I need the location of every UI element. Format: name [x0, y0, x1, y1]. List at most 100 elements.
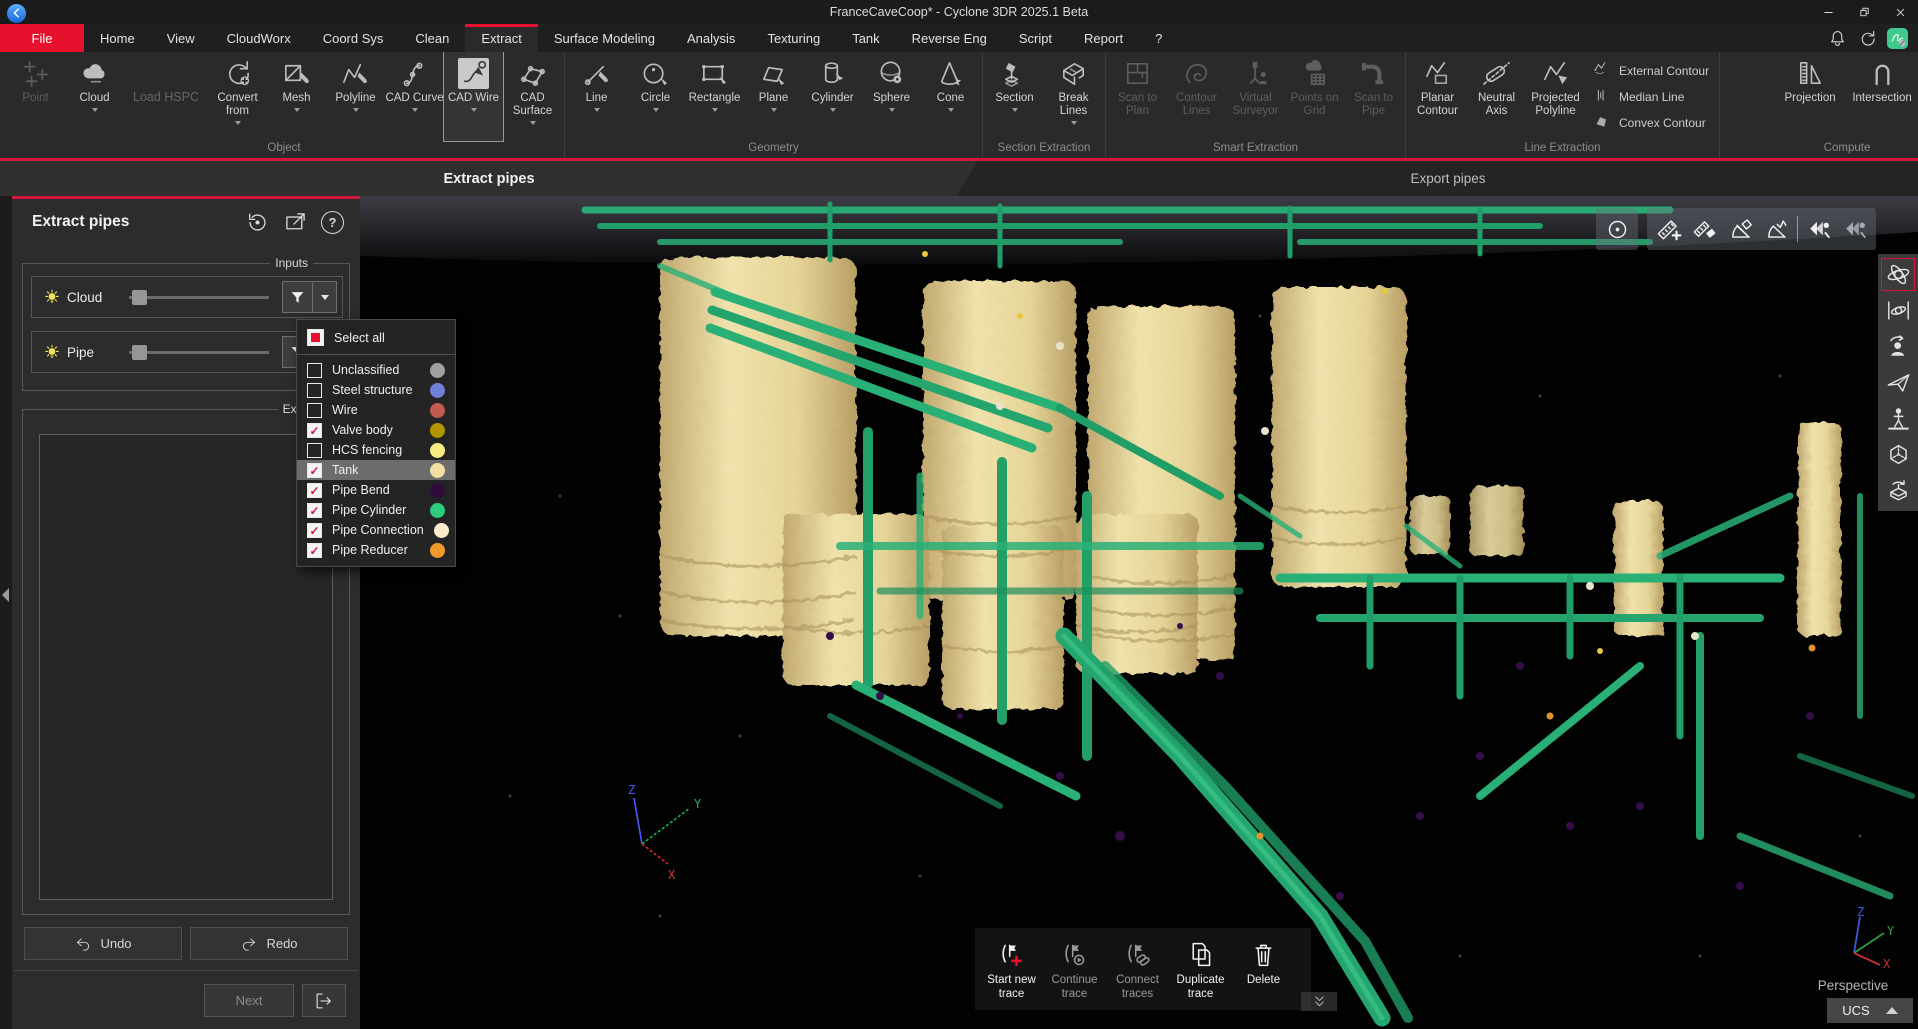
- menu-tab-home[interactable]: Home: [84, 24, 151, 52]
- constrained-orbit-button[interactable]: [1881, 294, 1915, 327]
- notifications-bell-icon[interactable]: [1827, 28, 1848, 49]
- ribbon-button-cloud[interactable]: Cloud: [65, 52, 124, 141]
- delete-measurement-button[interactable]: [1686, 211, 1722, 247]
- ribbon-button-projection[interactable]: Projection: [1775, 52, 1845, 141]
- checkbox[interactable]: ✓: [307, 423, 322, 438]
- ribbon-button-neutral-axis[interactable]: Neutral Axis: [1467, 52, 1526, 141]
- menu-tab-help[interactable]: ?: [1139, 24, 1178, 52]
- redo-button[interactable]: Redo: [190, 927, 348, 960]
- ucs-selector[interactable]: UCS: [1827, 998, 1913, 1023]
- menu-tab-report[interactable]: Report: [1068, 24, 1139, 52]
- panel-collapse-arrow-icon[interactable]: [2, 588, 9, 602]
- select-all-checkbox[interactable]: [307, 329, 324, 346]
- filter-item-steel-structure[interactable]: Steel structure: [297, 380, 455, 400]
- filter-item-unclassified[interactable]: Unclassified: [297, 360, 455, 380]
- menu-tab-tank[interactable]: Tank: [836, 24, 895, 52]
- close-button[interactable]: [1882, 1, 1918, 24]
- checkbox[interactable]: ✓: [307, 523, 322, 538]
- checkbox[interactable]: ✓: [307, 503, 322, 518]
- exit-command-button[interactable]: [302, 984, 346, 1017]
- filter-item-tank[interactable]: ✓Tank: [297, 460, 455, 480]
- checkbox[interactable]: ✓: [307, 463, 322, 478]
- filter-item-wire[interactable]: Wire: [297, 400, 455, 420]
- labels-button[interactable]: [1801, 211, 1837, 247]
- ribbon-button-scan-to-plan[interactable]: Scan to Plan: [1108, 52, 1167, 141]
- back-button[interactable]: [7, 4, 26, 23]
- checkbox[interactable]: [307, 403, 322, 418]
- panel-collapse-rail[interactable]: [0, 196, 12, 1029]
- connect-traces-button[interactable]: Connect traces: [1106, 940, 1169, 1002]
- popout-icon[interactable]: [283, 210, 308, 235]
- ribbon-button-projected-polyline[interactable]: Projected Polyline: [1526, 52, 1585, 141]
- menu-tab-surface-modeling[interactable]: Surface Modeling: [538, 24, 671, 52]
- ribbon-button-sphere[interactable]: Sphere: [862, 52, 921, 141]
- filter-item-select-all[interactable]: Select all: [297, 325, 455, 355]
- angle-curve-measure-button[interactable]: [1758, 211, 1794, 247]
- pipe-opacity-slider[interactable]: [129, 351, 269, 354]
- ribbon-button-points-on-grid[interactable]: Points on Grid: [1285, 52, 1344, 141]
- ribbon-button-cylinder[interactable]: Cylinder: [803, 52, 862, 141]
- menu-tab-view[interactable]: View: [151, 24, 211, 52]
- ribbon-button-break-lines[interactable]: Break Lines: [1044, 52, 1103, 141]
- restore-button[interactable]: [1846, 1, 1882, 24]
- slider-handle[interactable]: [132, 290, 147, 305]
- filter-item-pipe-cylinder[interactable]: ✓Pipe Cylinder: [297, 500, 455, 520]
- menu-tab-cloudworx[interactable]: CloudWorx: [211, 24, 307, 52]
- viewport-3d[interactable]: Z Y X: [360, 196, 1918, 1029]
- slider-handle[interactable]: [132, 345, 147, 360]
- ribbon-button-cone[interactable]: Cone: [921, 52, 980, 141]
- ribbon-button-cad-surface[interactable]: CAD Surface: [503, 52, 562, 141]
- ribbon-button-scan-to-pipe[interactable]: Scan to Pipe: [1344, 52, 1403, 141]
- collapse-toolbar-button[interactable]: [1301, 992, 1337, 1011]
- menu-tab-extract[interactable]: Extract: [465, 24, 537, 52]
- menu-tab-script[interactable]: Script: [1003, 24, 1068, 52]
- ribbon-button-plane[interactable]: Plane: [744, 52, 803, 141]
- center-view-button[interactable]: [1599, 211, 1635, 247]
- duplicate-trace-button[interactable]: Duplicate trace: [1169, 940, 1232, 1002]
- continue-trace-button[interactable]: Continue trace: [1043, 940, 1106, 1002]
- menu-tab-file[interactable]: File: [0, 24, 84, 52]
- menu-tab-analysis[interactable]: Analysis: [671, 24, 751, 52]
- add-measurement-button[interactable]: [1650, 211, 1686, 247]
- turntable-button[interactable]: [1881, 474, 1915, 507]
- checkbox[interactable]: [307, 443, 322, 458]
- menu-tab-texturing[interactable]: Texturing: [751, 24, 836, 52]
- checkbox[interactable]: [307, 363, 322, 378]
- ribbon-button-median-line[interactable]: Median Line: [1593, 87, 1709, 106]
- checkbox[interactable]: ✓: [307, 483, 322, 498]
- sync-icon[interactable]: [1857, 28, 1878, 49]
- minimize-button[interactable]: [1810, 1, 1846, 24]
- filter-item-pipe-bend[interactable]: ✓Pipe Bend: [297, 480, 455, 500]
- fly-mode-button[interactable]: [1881, 366, 1915, 399]
- extract-result-list[interactable]: [39, 434, 333, 900]
- ribbon-button-planar-contour[interactable]: Planar Contour: [1408, 52, 1467, 141]
- ribbon-button-point[interactable]: Point: [6, 52, 65, 141]
- ribbon-button-polyline[interactable]: Polyline: [326, 52, 385, 141]
- command-tab-extract-pipes[interactable]: Extract pipes: [0, 161, 978, 196]
- ribbon-button-circle[interactable]: Circle: [626, 52, 685, 141]
- ribbon-button-convert-from[interactable]: Convert from: [208, 52, 267, 141]
- projection-mode-label[interactable]: Perspective: [1794, 978, 1912, 993]
- ribbon-button-mesh[interactable]: Mesh: [267, 52, 326, 141]
- ribbon-button-cad-wire[interactable]: CAD Wire: [444, 52, 503, 141]
- filter-item-valve-body[interactable]: ✓Valve body: [297, 420, 455, 440]
- undo-button[interactable]: Undo: [24, 927, 182, 960]
- walk-mode-button[interactable]: [1881, 402, 1915, 435]
- visibility-bulb-icon[interactable]: [43, 343, 61, 361]
- cloud-opacity-slider[interactable]: [129, 296, 269, 299]
- filter-item-pipe-reducer[interactable]: ✓Pipe Reducer: [297, 540, 455, 560]
- help-icon[interactable]: ?: [321, 211, 344, 234]
- ribbon-button-convex-contour[interactable]: Convex Contour: [1593, 113, 1709, 132]
- next-button[interactable]: Next: [204, 984, 294, 1017]
- filter-item-hcs-fencing[interactable]: HCS fencing: [297, 440, 455, 460]
- labels-alt-button[interactable]: [1837, 211, 1873, 247]
- command-tab-export-pipes[interactable]: Export pipes: [978, 161, 1918, 196]
- ribbon-button-virtual-surveyor[interactable]: Virtual Surveyor: [1226, 52, 1285, 141]
- filter-item-pipe-connection[interactable]: ✓Pipe Connection: [297, 520, 455, 540]
- menu-tab-clean[interactable]: Clean: [399, 24, 465, 52]
- start-new-trace-button[interactable]: Start new trace: [980, 940, 1043, 1002]
- checkbox[interactable]: ✓: [307, 543, 322, 558]
- angle-measure-button[interactable]: [1722, 211, 1758, 247]
- reset-history-icon[interactable]: [245, 210, 270, 235]
- point-cloud-scene[interactable]: Z Y X: [360, 196, 1918, 1029]
